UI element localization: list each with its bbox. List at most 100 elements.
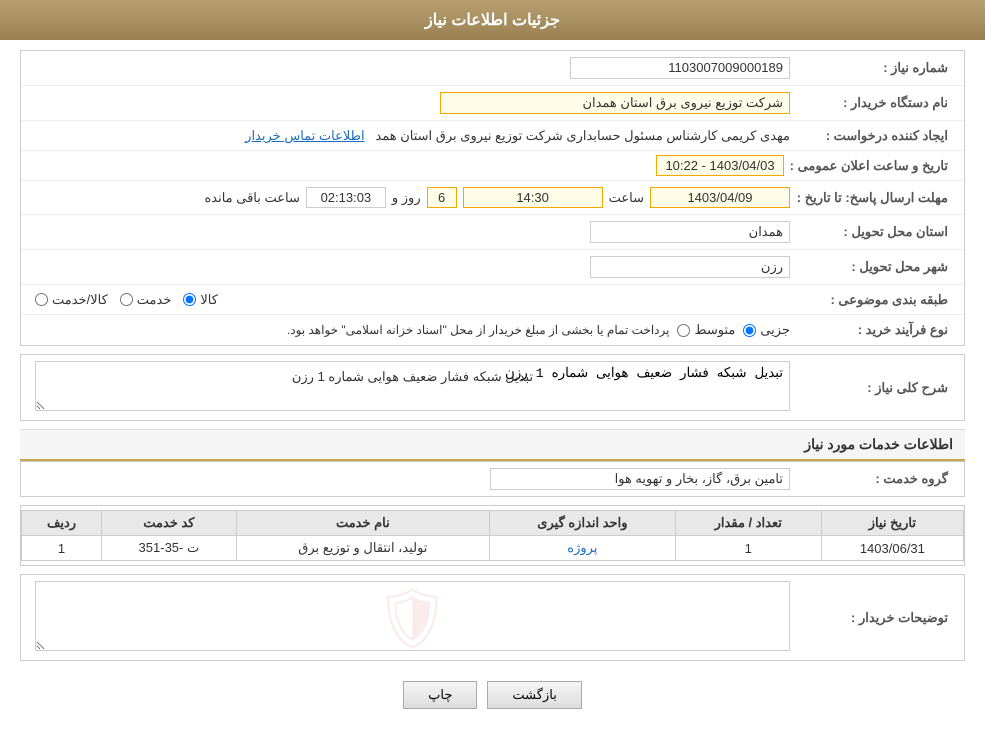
- service-group-value: تامین برق، گاز، بخار و تهویه هوا: [490, 468, 790, 490]
- announce-date-value-cell: 1403/04/03 - 10:22: [29, 156, 790, 175]
- process-container: متوسط جزیی پرداخت تمام یا بخشی از مبلغ خ…: [35, 322, 790, 338]
- content-area: شماره نیاز : 1103007009000189 نام دستگاه…: [0, 40, 985, 731]
- province-value-cell: همدان: [29, 219, 796, 245]
- process-radio-group: متوسط جزیی: [677, 322, 790, 338]
- process-motawaset-radio[interactable]: [677, 324, 690, 337]
- buyer-name-row: نام دستگاه خریدار : شرکت توزیع نیروی برق…: [21, 86, 964, 121]
- need-number-label: شماره نیاز :: [796, 60, 956, 76]
- page-wrapper: جزئیات اطلاعات نیاز شماره نیاز : 1103007…: [0, 0, 985, 731]
- process-motawaset-label: متوسط: [694, 322, 735, 338]
- category-kala-radio[interactable]: [183, 293, 196, 306]
- need-desc-container: تبدیل شبکه فشار ضعیف هوایی شماره 1 رزن: [35, 361, 790, 414]
- category-row: طبقه بندی موضوعی : کالا/خدمت خدمت کالا: [21, 285, 964, 315]
- cell-quantity: 1: [675, 536, 821, 561]
- main-info-section: شماره نیاز : 1103007009000189 نام دستگاه…: [20, 50, 965, 346]
- back-button[interactable]: بازگشت: [487, 681, 581, 709]
- province-value: همدان: [590, 221, 790, 243]
- deadline-time: 14:30: [463, 187, 603, 208]
- need-number-row: شماره نیاز : 1103007009000189: [21, 51, 964, 86]
- creator-link[interactable]: اطلاعات تماس خریدار: [245, 128, 364, 143]
- creator-value: مهدی کریمی کارشناس مسئول حسابداری شرکت ت…: [375, 128, 790, 143]
- cell-service-code: ت -35-351: [102, 536, 237, 561]
- col-unit: واحد اندازه گیری: [490, 511, 676, 536]
- creator-row: ایجاد کننده درخواست : مهدی کریمی کارشناس…: [21, 121, 964, 151]
- table-row: 1403/06/31 1 پروژه تولید، انتقال و توزیع…: [22, 536, 964, 561]
- col-quantity: تعداد / مقدار: [675, 511, 821, 536]
- col-row-num: ردیف: [22, 511, 102, 536]
- creator-value-cell: مهدی کریمی کارشناس مسئول حسابداری شرکت ت…: [29, 126, 796, 146]
- buyer-name-label: نام دستگاه خریدار :: [796, 95, 956, 111]
- process-motawaset-item[interactable]: متوسط: [677, 322, 735, 338]
- buyer-name-value-cell: شرکت توزیع نیروی برق استان همدان: [29, 90, 796, 116]
- service-group-label: گروه خدمت :: [796, 471, 956, 487]
- service-table-body: 1403/06/31 1 پروژه تولید، انتقال و توزیع…: [22, 536, 964, 561]
- category-kala-label: کالا: [200, 292, 218, 308]
- deadline-remaining: 02:13:03: [306, 187, 386, 208]
- deadline-date: 1403/04/09: [650, 187, 790, 208]
- city-value-cell: رزن: [29, 254, 796, 280]
- service-group-row: گروه خدمت : تامین برق، گاز، بخار و تهویه…: [21, 462, 964, 496]
- process-jozei-label: جزیی: [760, 322, 790, 338]
- creator-label: ایجاد کننده درخواست :: [796, 128, 956, 144]
- category-kala-khadamat-radio[interactable]: [35, 293, 48, 306]
- need-desc-textarea[interactable]: [35, 361, 790, 411]
- process-note: پرداخت تمام یا بخشی از مبلغ خریدار از مح…: [287, 323, 670, 337]
- need-desc-section: شرح کلی نیاز : تبدیل شبکه فشار ضعیف هوای…: [20, 354, 965, 421]
- need-number-value: 1103007009000189: [570, 57, 790, 79]
- buyer-notes-textarea[interactable]: [35, 581, 790, 651]
- need-number-value-cell: 1103007009000189: [29, 55, 796, 81]
- print-button[interactable]: چاپ: [403, 681, 477, 709]
- page-header: جزئیات اطلاعات نیاز: [0, 0, 985, 40]
- category-khadamat-item[interactable]: خدمت: [120, 292, 172, 308]
- category-khadamat-radio[interactable]: [120, 293, 133, 306]
- day-label: روز و: [392, 190, 421, 206]
- category-kala-khadamat-item[interactable]: کالا/خدمت: [35, 292, 108, 308]
- buyer-notes-container: 🛡: [35, 581, 790, 654]
- city-value: رزن: [590, 256, 790, 278]
- need-desc-label: شرح کلی نیاز :: [796, 380, 956, 396]
- buyer-notes-row: توضیحات خریدار : 🛡: [21, 575, 964, 660]
- city-label: شهر محل تحویل :: [796, 259, 956, 275]
- page-title: جزئیات اطلاعات نیاز: [425, 12, 560, 29]
- cell-row-num: 1: [22, 536, 102, 561]
- category-value-cell: کالا/خدمت خدمت کالا: [29, 290, 796, 310]
- category-label: طبقه بندی موضوعی :: [796, 292, 956, 308]
- col-date: تاریخ نیاز: [821, 511, 963, 536]
- buyer-name-value: شرکت توزیع نیروی برق استان همدان: [440, 92, 790, 114]
- button-row: بازگشت چاپ: [20, 669, 965, 721]
- service-group-value-cell: تامین برق، گاز، بخار و تهویه هوا: [29, 466, 796, 492]
- announce-date-label: تاریخ و ساعت اعلان عمومی :: [790, 158, 956, 174]
- col-service-name: نام خدمت: [236, 511, 489, 536]
- buyer-notes-section: توضیحات خریدار : 🛡: [20, 574, 965, 661]
- province-label: استان محل تحویل :: [796, 224, 956, 240]
- announce-date-row: تاریخ و ساعت اعلان عمومی : 1403/04/03 - …: [21, 151, 964, 181]
- city-row: شهر محل تحویل : رزن: [21, 250, 964, 285]
- cell-service-name: تولید، انتقال و توزیع برق: [236, 536, 489, 561]
- col-service-code: کد خدمت: [102, 511, 237, 536]
- countdown-row: 1403/04/09 ساعت 14:30 6 روز و 02:13:03 س…: [35, 187, 790, 208]
- service-table: تاریخ نیاز تعداد / مقدار واحد اندازه گیر…: [21, 510, 964, 561]
- deadline-row: مهلت ارسال پاسخ: تا تاریخ : 1403/04/09 س…: [21, 181, 964, 215]
- deadline-days: 6: [427, 187, 457, 208]
- buyer-notes-label: توضیحات خریدار :: [796, 610, 956, 626]
- table-header-row: تاریخ نیاز تعداد / مقدار واحد اندازه گیر…: [22, 511, 964, 536]
- buyer-notes-value-cell: 🛡: [29, 579, 796, 656]
- province-row: استان محل تحویل : همدان: [21, 215, 964, 250]
- process-jozei-item[interactable]: جزیی: [743, 322, 790, 338]
- cell-unit[interactable]: پروژه: [490, 536, 676, 561]
- category-radio-group: کالا/خدمت خدمت کالا: [35, 292, 790, 308]
- service-group-section: گروه خدمت : تامین برق، گاز، بخار و تهویه…: [20, 461, 965, 497]
- service-table-section: تاریخ نیاز تعداد / مقدار واحد اندازه گیر…: [20, 505, 965, 566]
- category-kala-khadamat-label: کالا/خدمت: [52, 292, 108, 308]
- process-label: نوع فرآیند خرید :: [796, 322, 956, 338]
- announce-date-value: 1403/04/03 - 10:22: [656, 155, 783, 176]
- deadline-value-cell: 1403/04/09 ساعت 14:30 6 روز و 02:13:03 س…: [29, 185, 796, 210]
- cell-date: 1403/06/31: [821, 536, 963, 561]
- process-jozei-radio[interactable]: [743, 324, 756, 337]
- category-kala-item[interactable]: کالا: [183, 292, 218, 308]
- category-khadamat-label: خدمت: [137, 292, 172, 308]
- remaining-label: ساعت باقی مانده: [204, 190, 299, 206]
- deadline-label: مهلت ارسال پاسخ: تا تاریخ :: [796, 190, 956, 206]
- need-desc-row: شرح کلی نیاز : تبدیل شبکه فشار ضعیف هوای…: [21, 355, 964, 420]
- process-value-cell: متوسط جزیی پرداخت تمام یا بخشی از مبلغ خ…: [29, 320, 796, 340]
